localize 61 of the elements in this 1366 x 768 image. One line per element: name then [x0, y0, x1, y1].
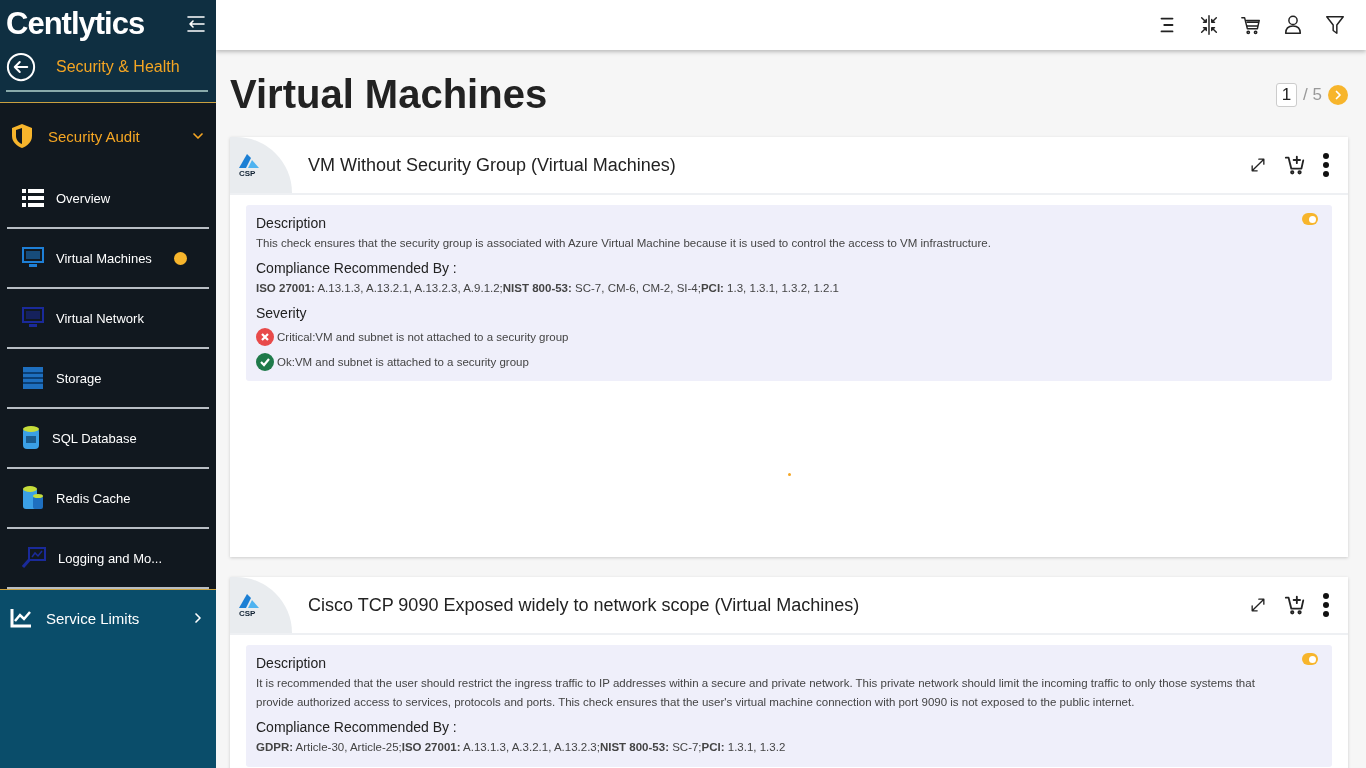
more-options-icon[interactable] — [1322, 592, 1330, 618]
monitor-icon — [22, 307, 44, 329]
storage-icon — [22, 366, 44, 390]
chart-icon — [10, 608, 32, 628]
monitor-icon — [22, 247, 44, 269]
toggle-switch[interactable] — [1302, 213, 1318, 225]
page-title: Virtual Machines — [230, 72, 548, 117]
nav-item[interactable]: Virtual Network — [7, 289, 209, 349]
cloud-provider-icon — [238, 592, 260, 609]
page-number[interactable]: 1 — [1275, 82, 1298, 107]
compliance-text: ISO 27001: A.13.1.3, A.13.2.1, A.13.2.3, A.9.1.2;NIST 800-53: SC-7, CM-6, CM-2, SI-4;PCI: 1.3, 1.3.1, 1.3.2, 1.2.1 — [256, 281, 840, 296]
nav-item-label: Virtual Network — [56, 310, 144, 326]
list-icon — [22, 188, 44, 208]
nav-item-label: Overview — [56, 190, 111, 206]
more-options-icon[interactable] — [1322, 152, 1330, 178]
section-label: Description — [256, 655, 327, 671]
nav-item-label: Storage — [56, 370, 102, 386]
database-icon — [22, 425, 40, 451]
database-icon — [22, 485, 44, 511]
section-label: Severity — [256, 305, 307, 321]
user-icon[interactable] — [1282, 14, 1304, 36]
nav-item-label: Logging and Mo... — [58, 550, 163, 566]
nav-item-label: SQL Database — [52, 430, 137, 446]
section-label: Compliance Recommended By : — [256, 719, 457, 735]
nav-item[interactable]: Overview — [7, 169, 209, 229]
nav-item[interactable]: Virtual Machines — [7, 229, 209, 289]
collapse-arrows-icon[interactable] — [1198, 14, 1220, 36]
nav-group[interactable]: Security Audit — [0, 103, 216, 169]
severity-text: Ok:VM and subnet is attached to a security group — [277, 356, 529, 368]
add-to-cart-icon[interactable] — [1284, 594, 1306, 616]
nav-group[interactable]: Service Limits — [0, 590, 216, 646]
compliance-text: GDPR: Article-30, Article-25;ISO 27001: A.13.1.3, A.3.2.1, A.13.2.3;NIST 800-53: SC-7;PCI: 1.3.1, 1.3.2 — [256, 740, 787, 755]
cloud-provider-icon — [238, 152, 260, 169]
section-title: Security & Health — [56, 58, 181, 76]
provider-label: CSP — [239, 168, 256, 178]
back-icon[interactable] — [6, 52, 36, 82]
chart-search-icon — [22, 547, 46, 569]
severity-text: Critical:VM and subnet is not attached to a security group — [277, 331, 569, 343]
logo: Centlytics — [6, 6, 145, 42]
description-text: This check ensures that the security group is associated with Azure Virtual Machine because it is used to control the access to VM infrastructure. — [256, 236, 992, 251]
add-to-cart-icon[interactable] — [1284, 154, 1306, 176]
nav-item[interactable]: Storage — [7, 349, 209, 409]
cart-icon[interactable] — [1240, 14, 1262, 36]
nav-item[interactable]: Logging and Mo... — [7, 529, 209, 589]
shield-icon — [10, 123, 34, 149]
nav-item[interactable]: SQL Database — [7, 409, 209, 469]
description-text: It is recommended that the user should restrict the ingress traffic to IP addresses within a secure and private network. This private network should limit the incoming traffic to only those systems that provide authorized access to services, protocols and ports. This check ensures that the user's virtual machine connection with port 9090 is not exposed to the public internet. — [256, 676, 1256, 710]
nav-item[interactable]: Redis Cache — [7, 469, 209, 529]
section-label: Description — [256, 215, 327, 231]
page-total: / 5 — [1303, 84, 1322, 105]
provider-label: CSP — [239, 608, 256, 618]
toggle-switch[interactable] — [1302, 653, 1318, 665]
filter-icon[interactable] — [1324, 14, 1346, 36]
section-label: Compliance Recommended By : — [256, 260, 457, 276]
card-title: VM Without Security Group (Virtual Machines) — [308, 154, 677, 176]
loading-dot — [787, 472, 791, 476]
check-icon — [256, 353, 274, 371]
card-title: Cisco TCP 9090 Exposed widely to network scope (Virtual Machines) — [308, 594, 861, 616]
nav-item-label: Redis Cache — [56, 490, 131, 506]
nav-item-label: Virtual Machines — [56, 250, 152, 266]
error-icon — [256, 328, 274, 346]
